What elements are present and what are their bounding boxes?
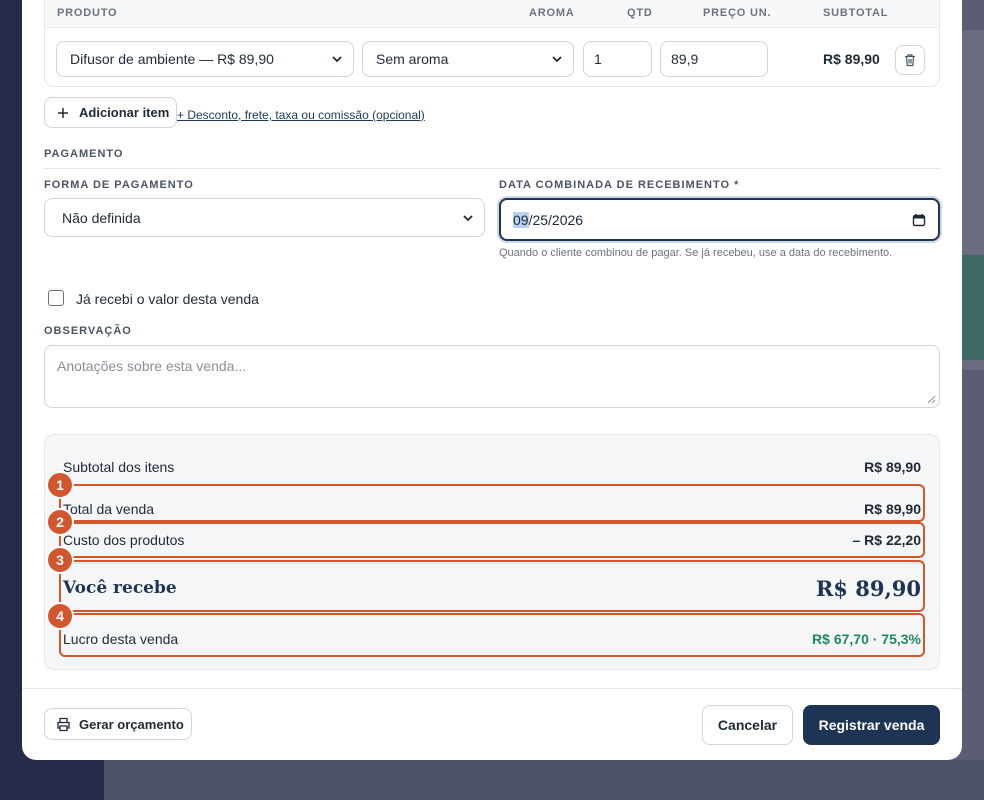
items-table-header: PRODUTO AROMA QTD PREÇO UN. SUBTOTAL: [45, 0, 939, 28]
printer-icon: [57, 717, 70, 731]
payment-method-value: Não definida: [62, 209, 141, 226]
note-textarea[interactable]: Anotações sobre esta venda...: [44, 345, 940, 408]
trash-icon: [905, 54, 915, 67]
aroma-select[interactable]: Sem aroma: [362, 41, 574, 77]
chevron-down-icon: [552, 56, 562, 63]
register-sale-label: Registrar venda: [818, 717, 925, 733]
backdrop-bottom: [104, 760, 984, 800]
highlight-box-1: [59, 484, 925, 522]
unit-price-input[interactable]: 89,9: [660, 41, 768, 77]
add-item-label: Adicionar item: [79, 105, 170, 120]
annotation-badge-1: 1: [46, 471, 74, 499]
summary-receive-value: R$ 89,90: [815, 576, 921, 601]
chevron-down-icon: [332, 56, 342, 63]
summary-cost-label: Custo dos produtos: [63, 532, 185, 548]
header-aroma: AROMA: [529, 7, 575, 19]
qty-value: 1: [594, 51, 602, 67]
generate-quote-button[interactable]: Gerar orçamento: [44, 708, 192, 740]
date-month-segment: 09: [513, 211, 529, 228]
summary-subtotal-value: R$ 89,90: [864, 459, 921, 475]
add-item-button[interactable]: Adicionar item: [44, 97, 177, 128]
payment-method-select[interactable]: Não definida: [44, 198, 485, 237]
chevron-down-icon: [463, 215, 473, 222]
divider: [44, 168, 940, 169]
summary-cost-value: – R$ 22,20: [852, 532, 922, 548]
header-subtotal: SUBTOTAL: [823, 7, 889, 19]
unit-price-value: 89,9: [671, 51, 699, 67]
generate-quote-label: Gerar orçamento: [79, 716, 184, 732]
product-select[interactable]: Difusor de ambiente — R$ 89,90: [56, 41, 354, 77]
plus-icon: [58, 107, 68, 118]
summary-profit-label: Lucro desta venda: [63, 631, 179, 647]
received-checkbox[interactable]: [48, 290, 64, 306]
remove-item-button[interactable]: [895, 45, 925, 75]
received-checkbox-label[interactable]: Já recebi o valor desta venda: [76, 291, 259, 307]
summary-total-value: R$ 89,90: [864, 501, 921, 517]
summary-profit-value: R$ 67,70 · 75,3%: [812, 631, 921, 647]
cancel-label: Cancelar: [717, 717, 778, 733]
note-label: OBSERVAÇÃO: [44, 325, 132, 337]
product-select-value: Difusor de ambiente — R$ 89,90: [70, 51, 274, 67]
footer-divider: [22, 688, 962, 689]
header-qty: QTD: [627, 7, 653, 19]
calendar-icon[interactable]: [912, 213, 926, 227]
annotation-badge-4: 4: [46, 602, 74, 630]
aroma-select-value: Sem aroma: [376, 51, 449, 67]
highlight-box-3: [59, 560, 925, 612]
receive-date-hint: Quando o cliente combinou de pagar. Se j…: [499, 247, 893, 259]
receive-date-label: DATA COMBINADA DE RECEBIMENTO *: [499, 179, 740, 191]
summary-subtotal-label: Subtotal dos itens: [63, 459, 175, 475]
cancel-button[interactable]: Cancelar: [702, 705, 793, 745]
qty-input[interactable]: 1: [583, 41, 652, 77]
receive-date-input[interactable]: 09 /25/2026: [499, 198, 940, 241]
summary-total-label: Total da venda: [63, 501, 155, 517]
note-placeholder: Anotações sobre esta venda...: [57, 358, 247, 374]
resize-handle-icon[interactable]: [927, 395, 936, 404]
sale-summary: Subtotal dos itens R$ 89,90 Total da ven…: [44, 434, 940, 670]
annotation-badge-2: 2: [46, 508, 74, 536]
annotation-badge-3: 3: [46, 546, 74, 574]
highlight-box-2: [59, 522, 925, 558]
highlight-box-4: [59, 613, 925, 657]
sale-modal: PRODUTO AROMA QTD PREÇO UN. SUBTOTAL Dif…: [22, 0, 962, 760]
register-sale-button[interactable]: Registrar venda: [803, 705, 940, 745]
items-table: PRODUTO AROMA QTD PREÇO UN. SUBTOTAL Dif…: [44, 0, 940, 87]
extras-link[interactable]: + Desconto, frete, taxa ou comissão (opc…: [177, 108, 425, 122]
row-subtotal: R$ 89,90: [823, 51, 880, 67]
payment-section-title: PAGAMENTO: [44, 148, 124, 160]
header-product: PRODUTO: [57, 7, 118, 19]
date-rest-segment: /25/2026: [528, 211, 584, 228]
payment-method-label: FORMA DE PAGAMENTO: [44, 179, 194, 191]
summary-receive-label: Você recebe: [63, 578, 177, 598]
header-unit-price: PREÇO UN.: [703, 7, 772, 19]
